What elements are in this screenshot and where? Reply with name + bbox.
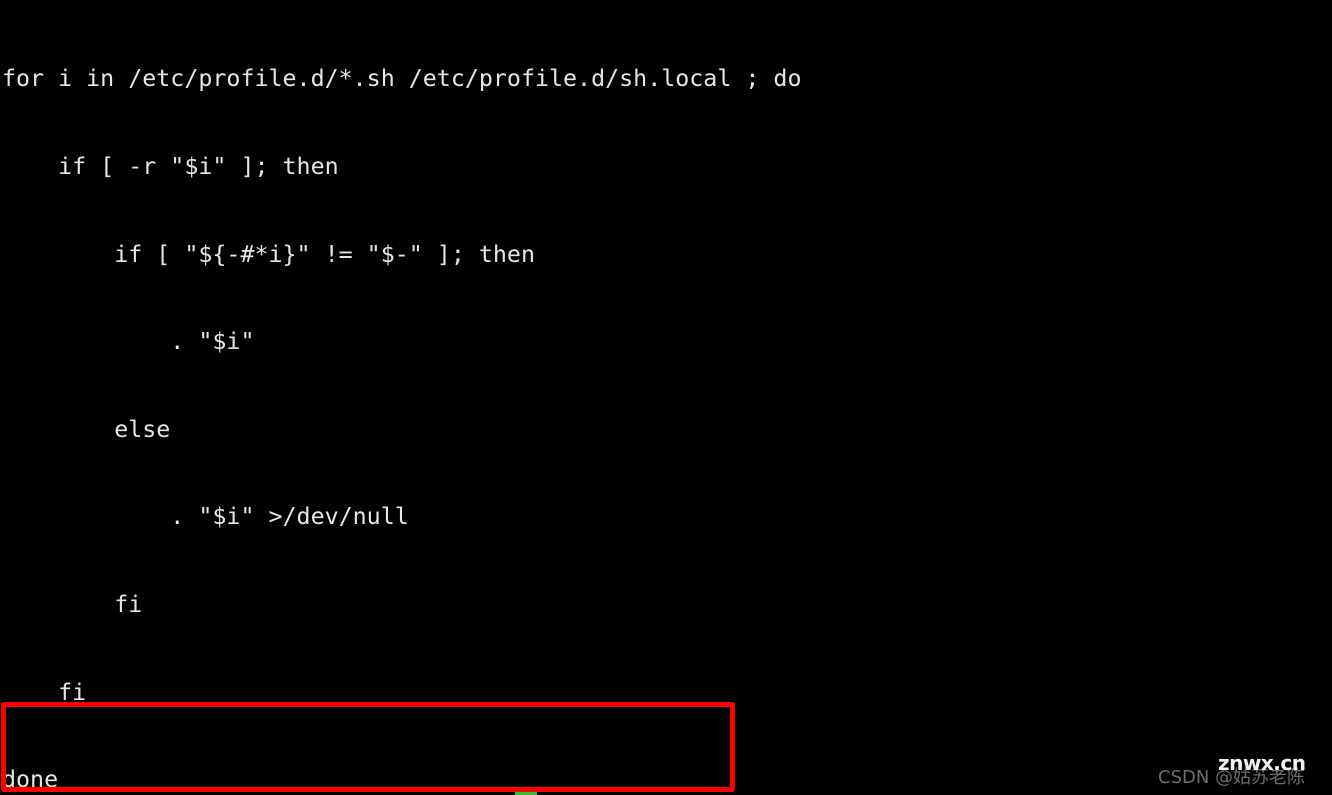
terminal-line: if [ -r "$i" ]; then: [2, 153, 339, 180]
terminal-line: if [ "${-#*i}" != "$-" ]; then: [2, 240, 535, 268]
terminal-line: for i in /etc/profile.d/*.sh /etc/profil…: [2, 65, 802, 93]
watermark-site: znwx.cn: [1218, 751, 1306, 775]
watermark-group: CSDN @姑苏老陈 znwx.cn: [1116, 749, 1326, 789]
terminal-line: fi: [2, 678, 87, 706]
cursor-fragment: [515, 790, 537, 795]
terminal-line: . "$i" >/dev/null: [2, 503, 409, 531]
terminal-line: fi: [2, 590, 143, 618]
terminal-output[interactable]: for i in /etc/profile.d/*.sh /etc/profil…: [0, 6, 1332, 795]
terminal-line: else: [2, 415, 171, 443]
terminal-screen: for i in /etc/profile.d/*.sh /etc/profil…: [0, 0, 1332, 795]
terminal-line: . "$i": [2, 328, 255, 356]
